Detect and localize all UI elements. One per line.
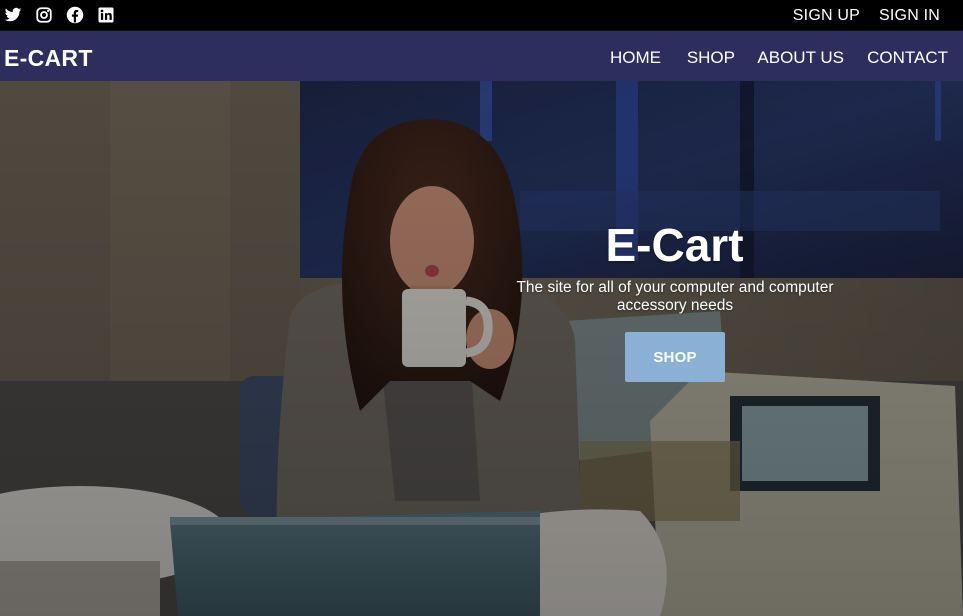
hero-subtitle: The site for all of your computer and co…	[516, 279, 834, 314]
sign-in-link[interactable]: SIGN IN	[879, 7, 940, 25]
hero-title: E-Cart	[0, 218, 963, 272]
hero-section: E-Cart The site for all of your computer…	[0, 81, 963, 616]
twitter-icon[interactable]	[4, 6, 22, 24]
social-links	[4, 6, 128, 24]
nav-home[interactable]: HOME	[610, 48, 661, 68]
hero-title-text: E-Cart	[605, 219, 744, 271]
instagram-icon[interactable]	[35, 6, 53, 24]
brand-logo[interactable]: E-CART	[4, 45, 93, 72]
nav-shop[interactable]: SHOP	[687, 48, 735, 68]
hero-shop-button[interactable]: SHOP	[625, 332, 725, 382]
nav-about-us[interactable]: ABOUT US	[757, 48, 844, 68]
sign-up-link[interactable]: SIGN UP	[793, 7, 860, 25]
linkedin-icon[interactable]	[97, 6, 115, 24]
hero-background-image	[0, 81, 963, 616]
top-bar: SIGN UP SIGN IN	[0, 0, 963, 31]
facebook-icon[interactable]	[66, 6, 84, 24]
main-navbar: E-CART HOME SHOP ABOUT US CONTACT	[0, 31, 963, 81]
nav-contact[interactable]: CONTACT	[867, 48, 948, 68]
